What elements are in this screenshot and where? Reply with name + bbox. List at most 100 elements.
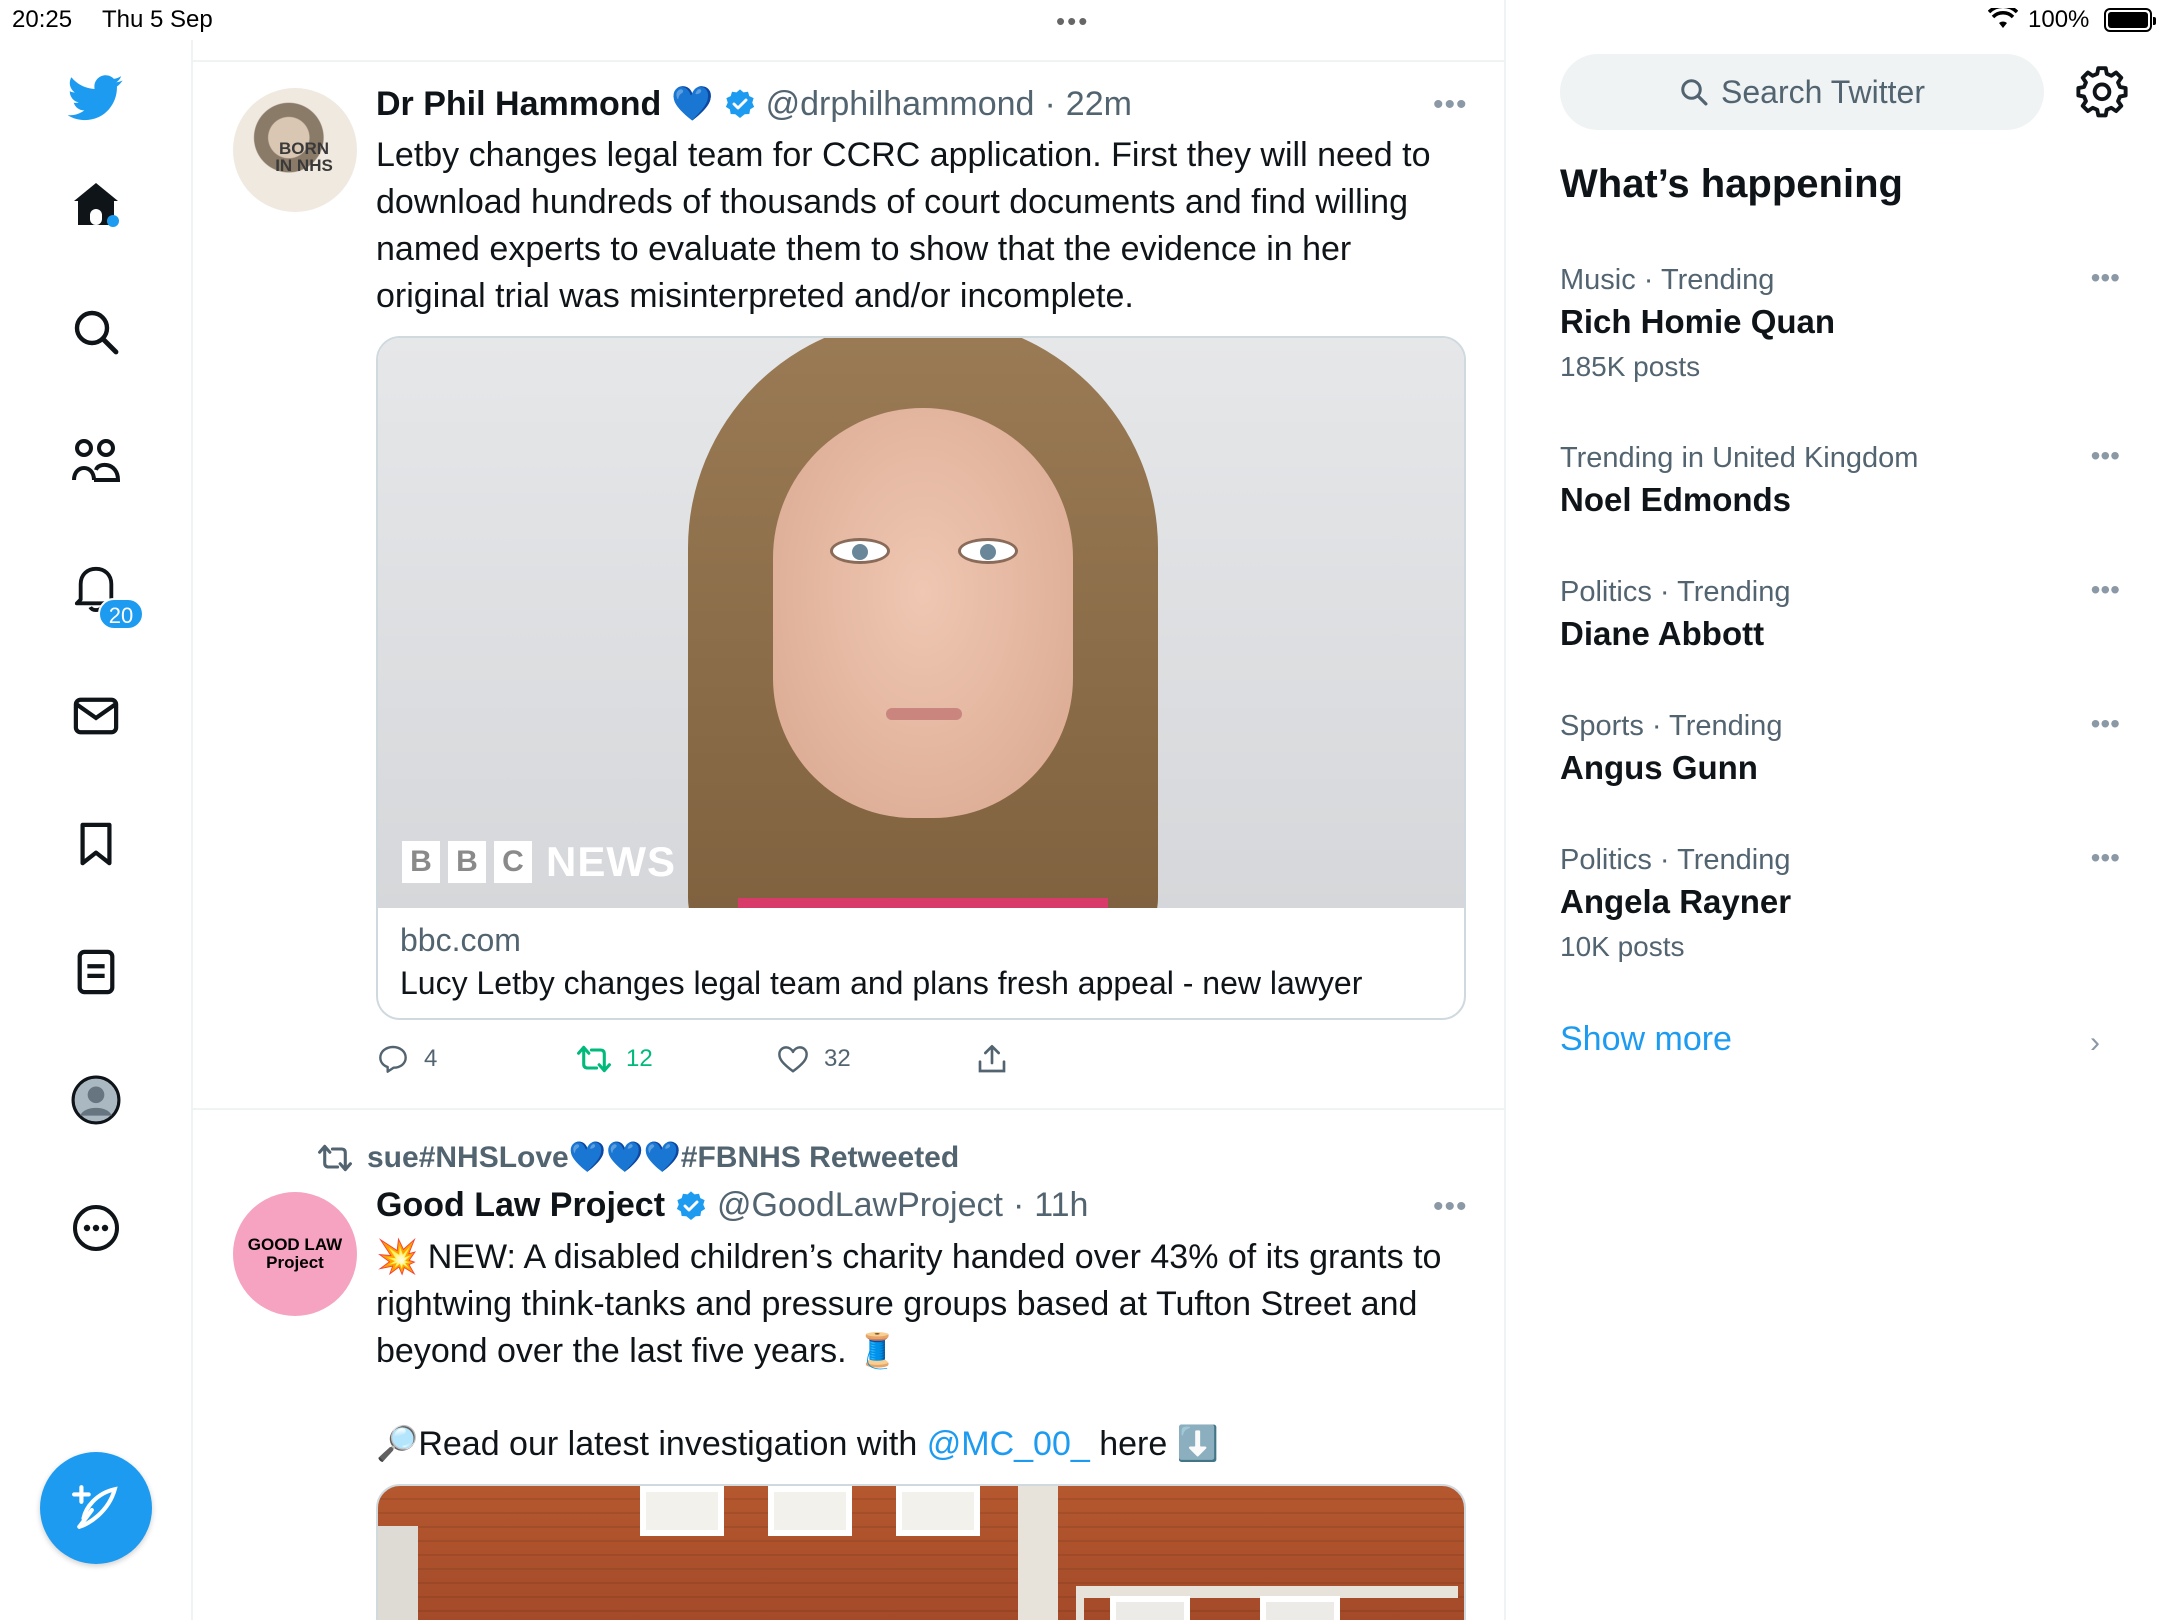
bookmark-icon[interactable] bbox=[66, 814, 126, 874]
tweet-more-icon[interactable]: ••• bbox=[1433, 88, 1468, 122]
trend-item[interactable]: Trending in United Kingdom Noel Edmonds … bbox=[1560, 440, 2120, 519]
like-count: 32 bbox=[824, 1045, 851, 1072]
search-icon bbox=[1681, 79, 1708, 106]
search-input[interactable]: Search Twitter bbox=[1560, 54, 2044, 130]
search-placeholder: Search Twitter bbox=[1721, 73, 1925, 110]
author-name[interactable]: Dr Phil Hammond bbox=[376, 85, 661, 124]
window bbox=[896, 1486, 980, 1536]
battery-percent: 100% bbox=[2028, 6, 2090, 33]
reply-count: 4 bbox=[424, 1045, 438, 1072]
retweet-icon bbox=[318, 1144, 352, 1171]
window bbox=[1260, 1596, 1340, 1620]
link-card[interactable]: B B C NEWS bbc.com Lucy Letby changes le… bbox=[376, 336, 1466, 1020]
like-icon bbox=[778, 1046, 808, 1073]
tweet-text-line: beyond over the last five years. 🧵 bbox=[376, 1332, 899, 1370]
trend-title: Angus Gunn bbox=[1560, 749, 1758, 786]
share-icon bbox=[978, 1045, 1006, 1073]
tweet-text-line: rightwing think-tanks and pressure group… bbox=[376, 1285, 1418, 1323]
trend-more-icon[interactable]: ••• bbox=[2091, 440, 2120, 472]
tweet-text: Letby changes legal team for CCRC applic… bbox=[376, 132, 1476, 320]
trend-count: 185K posts bbox=[1560, 351, 1701, 382]
bbc-news-watermark: B B C NEWS bbox=[402, 838, 676, 886]
trend-title: Noel Edmonds bbox=[1560, 481, 1792, 518]
search-icon[interactable] bbox=[66, 302, 126, 362]
gear-icon[interactable] bbox=[2076, 66, 2128, 118]
avatar-logo-text: GOOD LAW Project bbox=[247, 1235, 343, 1272]
mention-link[interactable]: @MC_00_ bbox=[927, 1425, 1090, 1463]
reply-button[interactable]: 4 bbox=[376, 1043, 576, 1075]
compose-button[interactable] bbox=[40, 1452, 152, 1564]
tweet-text-line: Letby changes legal team for CCRC applic… bbox=[376, 136, 1431, 174]
stone-edge bbox=[1076, 1586, 1084, 1620]
trend-item[interactable]: Politics · Trending Angela Rayner 10K po… bbox=[1560, 842, 2120, 963]
retweeted-by[interactable]: sue#NHSLove💙💙💙#FBNHS Retweeted bbox=[317, 1140, 959, 1175]
meta-separator: · bbox=[1012, 1186, 1025, 1224]
trend-context: Politics · Trending bbox=[1560, 844, 1791, 876]
retweet-button[interactable]: 12 bbox=[576, 1044, 776, 1074]
author-handle[interactable]: @GoodLawProject bbox=[717, 1186, 1003, 1225]
tweet-more-icon[interactable]: ••• bbox=[1433, 1190, 1468, 1224]
timeline-top-border bbox=[193, 40, 1504, 62]
like-button[interactable]: 32 bbox=[776, 1044, 976, 1074]
text-segment: here ⬇️ bbox=[1089, 1425, 1220, 1463]
avatar-shirt-text: BORN IN NHS bbox=[275, 139, 333, 175]
trend-context: Sports · Trending bbox=[1560, 710, 1783, 742]
avatar[interactable]: BORN IN NHS bbox=[233, 88, 357, 212]
twitter-bird-icon[interactable] bbox=[66, 68, 126, 128]
avatar[interactable]: GOOD LAW Project bbox=[233, 1192, 357, 1316]
tweet-time[interactable]: 11h bbox=[1034, 1186, 1088, 1225]
author-handle[interactable]: @drphilhammond bbox=[766, 85, 1035, 124]
status-time: 20:25 bbox=[12, 6, 73, 33]
trend-item[interactable]: Sports · Trending Angus Gunn ••• bbox=[1560, 708, 2120, 787]
media-image[interactable] bbox=[376, 1484, 1466, 1620]
battery-icon bbox=[2104, 8, 2156, 32]
tweet-text-line: named experts to evaluate them to show t… bbox=[376, 230, 1352, 268]
trend-more-icon[interactable]: ••• bbox=[2091, 708, 2120, 740]
tweet-text-line: 🔎Read our latest investigation with @MC_… bbox=[376, 1421, 1486, 1468]
tweet-text-line: 💥 NEW: A disabled children’s charity han… bbox=[376, 1238, 1442, 1276]
tweet-time[interactable]: 22m bbox=[1066, 85, 1132, 124]
verified-icon bbox=[676, 1190, 706, 1220]
whats-happening-title: What’s happening bbox=[1560, 162, 1903, 206]
chevron-right-icon[interactable]: › bbox=[2090, 1026, 2100, 1060]
mail-icon[interactable] bbox=[66, 686, 126, 746]
trend-item[interactable]: Music · Trending Rich Homie Quan 185K po… bbox=[1560, 262, 2120, 383]
trend-context: Music · Trending bbox=[1560, 264, 1775, 296]
card-title: Lucy Letby changes legal team and plans … bbox=[400, 965, 1363, 1001]
trend-item[interactable]: Politics · Trending Diane Abbott ••• bbox=[1560, 574, 2120, 653]
meta-separator: · bbox=[1044, 84, 1056, 123]
trend-more-icon[interactable]: ••• bbox=[2091, 574, 2120, 606]
timeline[interactable]: BORN IN NHS Dr Phil Hammond 💙 @drphilham… bbox=[193, 0, 1506, 1620]
notifications-badge: 20 bbox=[98, 598, 144, 630]
lists-icon[interactable] bbox=[66, 942, 126, 1002]
eye-right bbox=[958, 538, 1018, 564]
shirt bbox=[738, 898, 1108, 908]
tweet-separator bbox=[193, 1108, 1504, 1110]
more-circle-icon[interactable] bbox=[66, 1198, 126, 1258]
author-name[interactable]: Good Law Project bbox=[376, 1186, 665, 1225]
reply-icon bbox=[379, 1045, 407, 1073]
card-footer: bbc.com Lucy Letby changes legal team an… bbox=[378, 908, 1464, 1016]
right-sidebar: Search Twitter What’s happening Music · … bbox=[1506, 40, 2160, 1620]
communities-icon[interactable] bbox=[66, 430, 126, 490]
retweet-icon bbox=[577, 1045, 611, 1073]
trend-title: Angela Rayner bbox=[1560, 883, 1792, 920]
tweet-text: 💥 NEW: A disabled children’s charity han… bbox=[376, 1234, 1486, 1468]
face-shape bbox=[773, 408, 1073, 818]
trend-more-icon[interactable]: ••• bbox=[2091, 842, 2120, 874]
trend-more-icon[interactable]: ••• bbox=[2091, 262, 2120, 294]
stone-column bbox=[1018, 1486, 1058, 1620]
bbc-letter: B bbox=[448, 841, 486, 883]
compose-icon bbox=[72, 1485, 118, 1529]
profile-icon[interactable] bbox=[66, 1070, 126, 1130]
trend-context: Trending in United Kingdom bbox=[1560, 442, 1919, 474]
wifi-icon bbox=[1988, 8, 2018, 28]
home-unread-dot bbox=[107, 215, 119, 227]
tweet-text-line: download hundreds of thousands of court … bbox=[376, 183, 1409, 221]
tweet-header: Good Law Project @GoodLawProject · 11h bbox=[376, 1186, 1088, 1225]
share-button[interactable] bbox=[976, 1043, 1176, 1075]
show-more-link[interactable]: Show more bbox=[1560, 1020, 1732, 1059]
bbc-letter: B bbox=[402, 841, 440, 883]
bbc-letter: C bbox=[494, 841, 532, 883]
left-nav: 20 bbox=[0, 40, 193, 1620]
